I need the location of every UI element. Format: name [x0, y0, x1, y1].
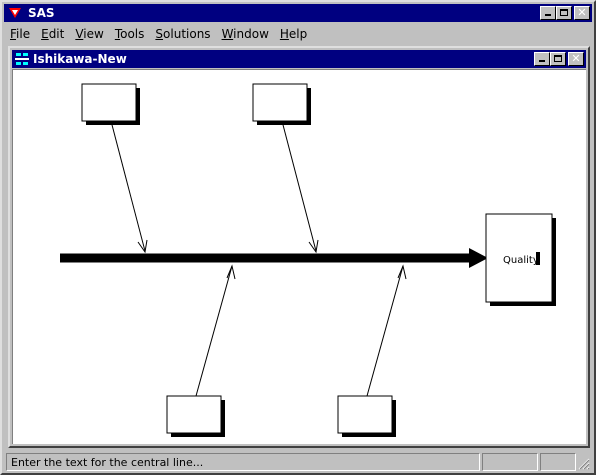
child-window-controls: ✕ [534, 52, 584, 66]
menu-edit-accel: E [41, 27, 49, 41]
diagram-window-icon [15, 52, 29, 66]
maximize-icon [560, 9, 568, 16]
cause-box-bottom-right[interactable] [337, 395, 393, 434]
maximize-button[interactable] [556, 6, 572, 20]
child-close-button[interactable]: ✕ [568, 52, 584, 66]
menu-help-accel: H [279, 27, 289, 41]
close-icon: ✕ [577, 6, 587, 19]
menu-solutions-accel: S [155, 27, 164, 41]
bone-bottom-right-arrowhead [397, 264, 407, 280]
status-message: Enter the text for the central line... [6, 453, 480, 471]
size-grip-icon[interactable] [578, 458, 590, 470]
menu-solutions[interactable]: Solutions [149, 24, 215, 43]
status-bar: Enter the text for the central line... [4, 452, 592, 472]
close-icon: ✕ [571, 52, 581, 65]
menu-view-label: iew [83, 27, 104, 41]
sas-main-window: SAS ✕ File Edit View Tools Solutions Window He… [0, 0, 596, 475]
bone-top-left[interactable] [110, 120, 146, 252]
app-title: SAS [28, 6, 55, 20]
text-cursor [536, 252, 540, 265]
effect-box-label[interactable]: Quality [503, 255, 539, 266]
diagram-canvas[interactable]: Quality [12, 69, 586, 444]
app-window-controls: ✕ [540, 6, 590, 20]
menu-tools-label: ools [120, 27, 145, 41]
bone-bottom-right[interactable] [366, 265, 404, 397]
minimize-icon [539, 60, 545, 62]
close-button[interactable]: ✕ [574, 6, 590, 20]
bone-bottom-left[interactable] [195, 265, 233, 397]
menu-window-label: indow [233, 27, 269, 41]
maximize-icon [554, 55, 562, 62]
ishikawa-diagram[interactable]: Quality [13, 70, 585, 443]
menu-window-accel: W [221, 27, 234, 41]
central-line-arrowhead [469, 248, 488, 268]
status-pane-3 [540, 453, 576, 471]
menu-file-label: ile [16, 27, 31, 41]
child-maximize-button[interactable] [550, 52, 566, 66]
bone-top-right[interactable] [281, 120, 317, 252]
app-title-bar[interactable]: SAS ✕ [4, 4, 592, 22]
menu-help-label: elp [288, 27, 308, 41]
minimize-icon [545, 14, 551, 16]
menu-bar: File Edit View Tools Solutions Window Help [4, 24, 592, 43]
child-minimize-button[interactable] [534, 52, 550, 66]
menu-edit[interactable]: Edit [35, 24, 69, 43]
ishikawa-title: Ishikawa-New [33, 52, 127, 66]
cause-box-top-right[interactable] [252, 83, 308, 122]
menu-help[interactable]: Help [274, 24, 312, 43]
ishikawa-window: Ishikawa-New ✕ Quality [8, 46, 590, 448]
menu-edit-label: dit [48, 27, 65, 41]
sas-logo-icon [9, 8, 21, 18]
cause-box-top-left[interactable] [81, 83, 137, 122]
menu-window[interactable]: Window [216, 24, 274, 43]
cause-box-bottom-left[interactable] [166, 395, 222, 434]
status-pane-2 [482, 453, 538, 471]
menu-solutions-label: olutions [163, 27, 211, 41]
menu-file[interactable]: File [4, 24, 35, 43]
menu-view[interactable]: View [69, 24, 108, 43]
bone-bottom-left-arrowhead [226, 264, 236, 280]
minimize-button[interactable] [540, 6, 556, 20]
menu-tools[interactable]: Tools [109, 24, 150, 43]
ishikawa-title-bar[interactable]: Ishikawa-New ✕ [12, 50, 586, 68]
